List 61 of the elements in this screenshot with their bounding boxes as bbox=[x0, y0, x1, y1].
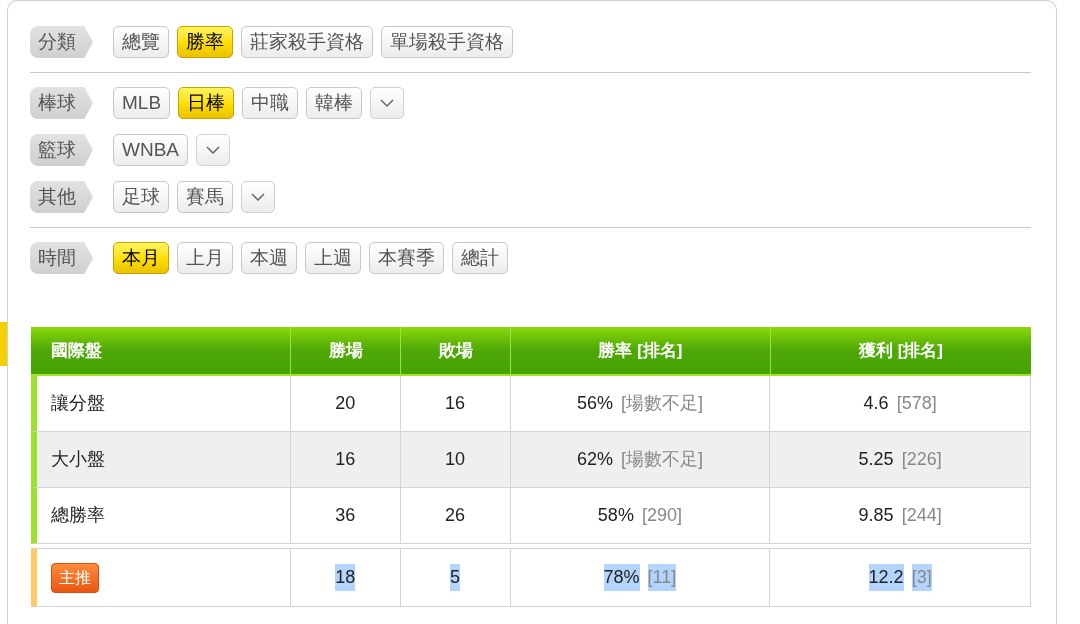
category-label: 籃球 bbox=[30, 134, 93, 166]
wins-count: 18 bbox=[335, 564, 356, 591]
filter-tab[interactable]: 總覽 bbox=[113, 26, 169, 58]
category-label: 其他 bbox=[30, 181, 93, 213]
dropdown-button[interactable] bbox=[241, 181, 275, 213]
chevron-down-icon bbox=[380, 99, 395, 107]
losses-count: 10 bbox=[445, 448, 466, 471]
filter-tab[interactable]: 韓棒 bbox=[306, 87, 363, 119]
profit-value: 12.2 bbox=[868, 564, 904, 591]
filter-tab[interactable]: 總計 bbox=[452, 242, 508, 274]
column-header: 勝場 bbox=[290, 327, 400, 374]
column-header: 國際盤 bbox=[50, 339, 103, 362]
filter-tab[interactable]: WNBA bbox=[113, 134, 188, 166]
rank-text: [場數不足] bbox=[620, 392, 703, 415]
win-rate: 62% bbox=[576, 448, 613, 471]
win-rate: 78% bbox=[603, 564, 640, 591]
column-header: 獲利 [排名] bbox=[770, 327, 1031, 374]
recommend-badge: 主推 bbox=[51, 562, 99, 593]
wins-count: 20 bbox=[335, 392, 356, 415]
wins-count: 16 bbox=[335, 448, 356, 471]
losses-count: 5 bbox=[450, 564, 461, 591]
rank-text: [244] bbox=[901, 504, 942, 527]
column-header: 勝率 [排名] bbox=[510, 327, 770, 374]
rank-text: [226] bbox=[901, 448, 942, 471]
profit-value: 9.85 bbox=[858, 504, 894, 527]
dropdown-button[interactable] bbox=[370, 87, 405, 119]
dropdown-button[interactable] bbox=[196, 134, 230, 166]
filter-tab[interactable]: 本週 bbox=[241, 242, 297, 274]
filter-tab[interactable]: 上週 bbox=[305, 242, 361, 274]
wins-count: 36 bbox=[335, 504, 356, 527]
category-label: 時間 bbox=[30, 242, 93, 274]
losses-count: 16 bbox=[445, 392, 466, 415]
category-label: 分類 bbox=[30, 26, 93, 58]
rank-text: [場數不足] bbox=[620, 448, 703, 471]
filter-tab[interactable]: 莊家殺手資格 bbox=[241, 26, 373, 58]
filter-tab[interactable]: 賽馬 bbox=[177, 181, 233, 213]
column-header: 敗場 bbox=[400, 327, 510, 374]
filter-tab[interactable]: 單場殺手資格 bbox=[381, 26, 513, 58]
row-label: 總勝率 bbox=[51, 504, 105, 527]
category-label: 棒球 bbox=[30, 87, 93, 119]
filter-tab[interactable]: 本賽季 bbox=[369, 242, 444, 274]
chevron-down-icon bbox=[206, 146, 220, 154]
row-label: 讓分盤 bbox=[51, 392, 105, 415]
profit-value: 4.6 bbox=[863, 392, 889, 415]
filter-tab[interactable]: MLB bbox=[113, 87, 171, 119]
rank-text: [578] bbox=[896, 392, 937, 415]
rank-text: [11] bbox=[647, 564, 677, 591]
win-rate: 56% bbox=[576, 392, 613, 415]
win-rate: 58% bbox=[597, 504, 634, 527]
losses-count: 26 bbox=[445, 504, 466, 527]
filter-tab[interactable]: 上月 bbox=[177, 242, 233, 274]
profit-value: 5.25 bbox=[858, 448, 894, 471]
filter-tab[interactable]: 中職 bbox=[242, 87, 299, 119]
filter-tab[interactable]: 本月 bbox=[113, 242, 169, 274]
filter-tab[interactable]: 日棒 bbox=[178, 87, 235, 119]
rank-text: [290] bbox=[641, 504, 682, 527]
chevron-down-icon bbox=[251, 193, 265, 201]
filter-tab[interactable]: 勝率 bbox=[177, 26, 233, 58]
row-label: 大小盤 bbox=[51, 448, 105, 471]
rank-text: [3] bbox=[911, 564, 932, 591]
filter-tab[interactable]: 足球 bbox=[113, 181, 169, 213]
